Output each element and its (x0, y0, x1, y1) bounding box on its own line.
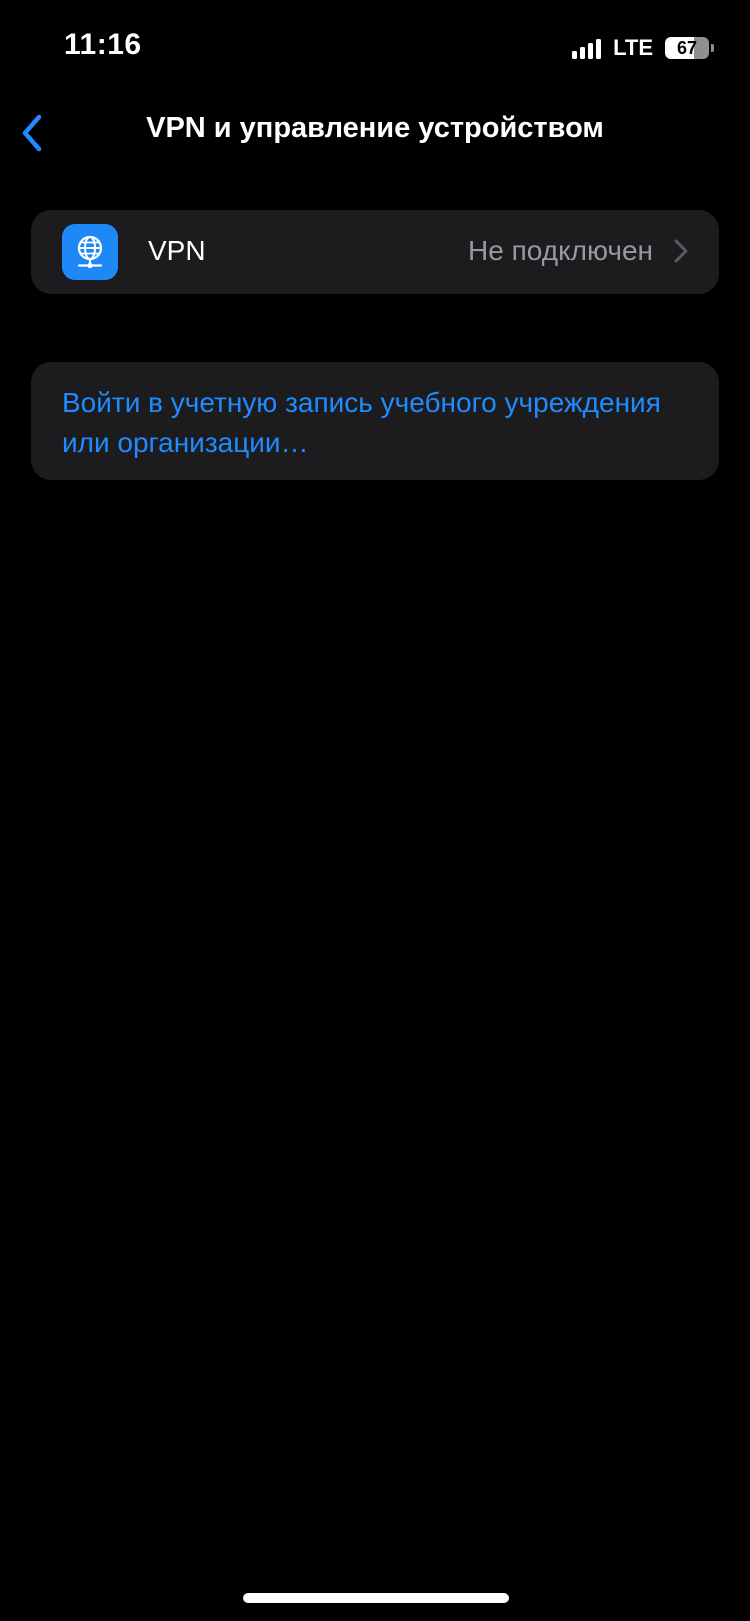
cellular-signal-icon (572, 37, 602, 59)
status-indicators: LTE 67 (572, 34, 714, 62)
battery-level-label: 67 (676, 37, 698, 58)
page-title: VPN и управление устройством (146, 112, 604, 144)
chevron-right-icon (674, 239, 688, 263)
battery-icon: 67 (665, 37, 709, 59)
vpn-label: VPN (148, 235, 206, 266)
globe-network-icon (62, 224, 118, 280)
status-time: 11:16 (64, 28, 142, 61)
organization-login-group: Войти в учетную запись учебного учрежден… (31, 362, 719, 480)
network-type-label: LTE (613, 35, 653, 60)
battery-tip (711, 44, 714, 52)
vpn-group: VPN Не подключен (31, 210, 719, 294)
organization-login-link[interactable]: Войти в учетную запись учебного учрежден… (62, 383, 699, 463)
vpn-row[interactable]: VPN Не подключен (31, 210, 719, 294)
home-indicator[interactable] (243, 1593, 509, 1603)
vpn-status-value: Не подключен (468, 235, 653, 266)
